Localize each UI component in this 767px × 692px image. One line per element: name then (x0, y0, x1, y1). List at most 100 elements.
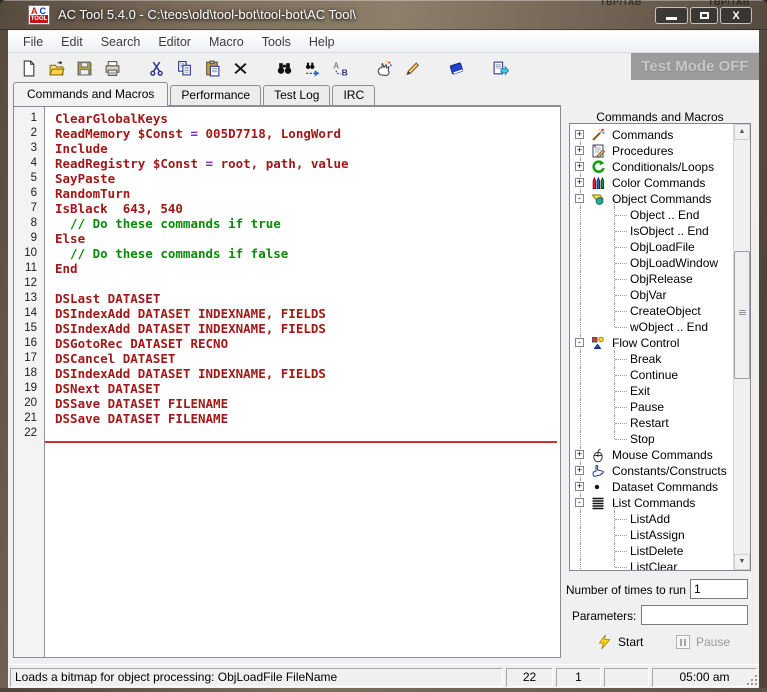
pencil-icon[interactable] (400, 56, 424, 80)
new-icon[interactable] (16, 56, 40, 80)
status-bar: Loads a bitmap for object processing: Ob… (8, 664, 759, 688)
tree-item-flow-control[interactable]: - Flow Control (570, 335, 733, 351)
expand-toggle[interactable]: + (575, 466, 584, 475)
test-mode-button[interactable]: Test Mode OFF (631, 53, 759, 80)
menu-help[interactable]: Help (300, 33, 344, 51)
tab-performance[interactable]: Performance (170, 85, 262, 105)
menu-macro[interactable]: Macro (200, 33, 253, 51)
expand-toggle[interactable]: + (575, 162, 584, 171)
tree-item-objloadwindow[interactable]: ObjLoadWindow (570, 255, 733, 271)
tree-scrollbar[interactable]: ▲ ▼ (733, 124, 750, 570)
wizard-icon[interactable] (372, 56, 396, 80)
tree-item-label: ListAdd (630, 512, 671, 526)
delete-icon[interactable] (228, 56, 252, 80)
scrollbar-thumb[interactable] (734, 251, 750, 379)
scroll-down-icon[interactable]: ▼ (734, 554, 750, 570)
tree-item-commands[interactable]: + Commands (570, 127, 733, 143)
expand-toggle[interactable]: + (575, 450, 584, 459)
maximize-button[interactable] (690, 7, 718, 24)
start-button[interactable]: Start (597, 632, 643, 652)
collapse-toggle[interactable]: - (575, 498, 584, 507)
run-count-input[interactable] (690, 579, 748, 599)
book-icon[interactable] (444, 56, 468, 80)
paste-icon[interactable] (200, 56, 224, 80)
print-icon[interactable] (100, 56, 124, 80)
code-line: DSSave DATASET FILENAME (55, 411, 229, 426)
tab-test-log[interactable]: Test Log (263, 85, 331, 105)
tree-item-wobject-end[interactable]: wObject .. End (570, 319, 733, 335)
tree-item-label: Restart (630, 416, 669, 430)
copy-icon[interactable] (172, 56, 196, 80)
save-icon[interactable] (72, 56, 96, 80)
tree-item-listassign[interactable]: ListAssign (570, 527, 733, 543)
tree-item-stop[interactable]: Stop (570, 431, 733, 447)
menu-editor[interactable]: Editor (149, 33, 200, 51)
app-icon: AC TOOL (28, 5, 50, 25)
tree-item-object-end[interactable]: Object .. End (570, 207, 733, 223)
tree-item-objrelease[interactable]: ObjRelease (570, 271, 733, 287)
tree-item-createobject[interactable]: CreateObject (570, 303, 733, 319)
tree-item-isobject-end[interactable]: IsObject .. End (570, 223, 733, 239)
export-icon[interactable] (488, 56, 512, 80)
tree-item-mouse-commands[interactable]: + Mouse Commands (570, 447, 733, 463)
title-bar[interactable]: TBP/TAB TBP/TAB AC TOOL AC Tool 5.4.0 - … (0, 0, 767, 30)
pause-button[interactable]: Pause (676, 632, 730, 652)
close-button[interactable]: X (720, 7, 752, 24)
tree-item-conditionals-loops[interactable]: + Conditionals/Loops (570, 159, 733, 175)
tree-item-listadd[interactable]: ListAdd (570, 511, 733, 527)
tree-item-constants-constructs[interactable]: + Constants/Constructs (570, 463, 733, 479)
code-line: Include (55, 141, 108, 156)
tab-commands-and-macros[interactable]: Commands and Macros (13, 82, 169, 106)
line-number: 5 (30, 172, 37, 184)
menu-file[interactable]: File (14, 33, 52, 51)
minimize-button[interactable] (655, 7, 688, 24)
open-icon[interactable] (44, 56, 68, 80)
start-label: Start (618, 635, 644, 649)
code-area[interactable]: ClearGlobalKeys ReadMemory $Const = 005D7… (45, 107, 560, 657)
expand-toggle[interactable]: + (575, 130, 584, 139)
resize-grip[interactable] (746, 674, 758, 686)
tree-item-listclear[interactable]: ListClear (570, 559, 733, 570)
tree-item-label: Mouse Commands (612, 448, 713, 462)
tree-item-break[interactable]: Break (570, 351, 733, 367)
code-line: RandomTurn (55, 186, 131, 201)
tree-item-dataset-commands[interactable]: + Dataset Commands (570, 479, 733, 495)
tree-item-listdelete[interactable]: ListDelete (570, 543, 733, 559)
line-number: 21 (24, 412, 37, 424)
parameters-label: Parameters: (572, 609, 637, 623)
tree-item-objvar[interactable]: ObjVar (570, 287, 733, 303)
collapse-toggle[interactable]: - (575, 194, 584, 203)
expand-toggle[interactable]: + (575, 482, 584, 491)
find-next-icon[interactable] (300, 56, 324, 80)
scroll-up-icon[interactable]: ▲ (734, 124, 750, 140)
tree-item-exit[interactable]: Exit (570, 383, 733, 399)
status-time: 05:00 am (652, 668, 757, 687)
expand-toggle[interactable]: + (575, 178, 584, 187)
expand-toggle[interactable]: + (575, 146, 584, 155)
tree-item-list-commands[interactable]: - List Commands (570, 495, 733, 511)
cut-icon[interactable] (144, 56, 168, 80)
menu-search[interactable]: Search (92, 33, 150, 51)
code-line: DSGotoRec DATASET RECNO (55, 336, 229, 351)
code-line: ClearGlobalKeys (55, 111, 168, 126)
tree-item-pause[interactable]: Pause (570, 399, 733, 415)
tree-item-color-commands[interactable]: + Color Commands (570, 175, 733, 191)
parameters-input[interactable] (641, 605, 748, 625)
tree-item-label: Color Commands (612, 176, 706, 190)
find-icon[interactable] (272, 56, 296, 80)
svg-text:B: B (341, 67, 347, 77)
tree-item-procedures[interactable]: + Procedures (570, 143, 733, 159)
code-line: ReadMemory $Const = 005D7718, LongWord (55, 126, 341, 141)
menu-edit[interactable]: Edit (52, 33, 92, 51)
replace-icon[interactable]: AB (328, 56, 352, 80)
tab-irc[interactable]: IRC (332, 85, 376, 105)
tree-item-objloadfile[interactable]: ObjLoadFile (570, 239, 733, 255)
code-editor[interactable]: 1 2 3 4 5 6 7 8 9 10 11 12 13 14 15 16 17 18 19 20 21 22 Clea… (13, 106, 561, 658)
tree-item-object-commands[interactable]: - Object Commands (570, 191, 733, 207)
crayons-icon (590, 175, 606, 191)
tree-item-restart[interactable]: Restart (570, 415, 733, 431)
tree-item-continue[interactable]: Continue (570, 367, 733, 383)
collapse-toggle[interactable]: - (575, 338, 584, 347)
menu-tools[interactable]: Tools (253, 33, 300, 51)
tree-item-label: Conditionals/Loops (612, 160, 715, 174)
